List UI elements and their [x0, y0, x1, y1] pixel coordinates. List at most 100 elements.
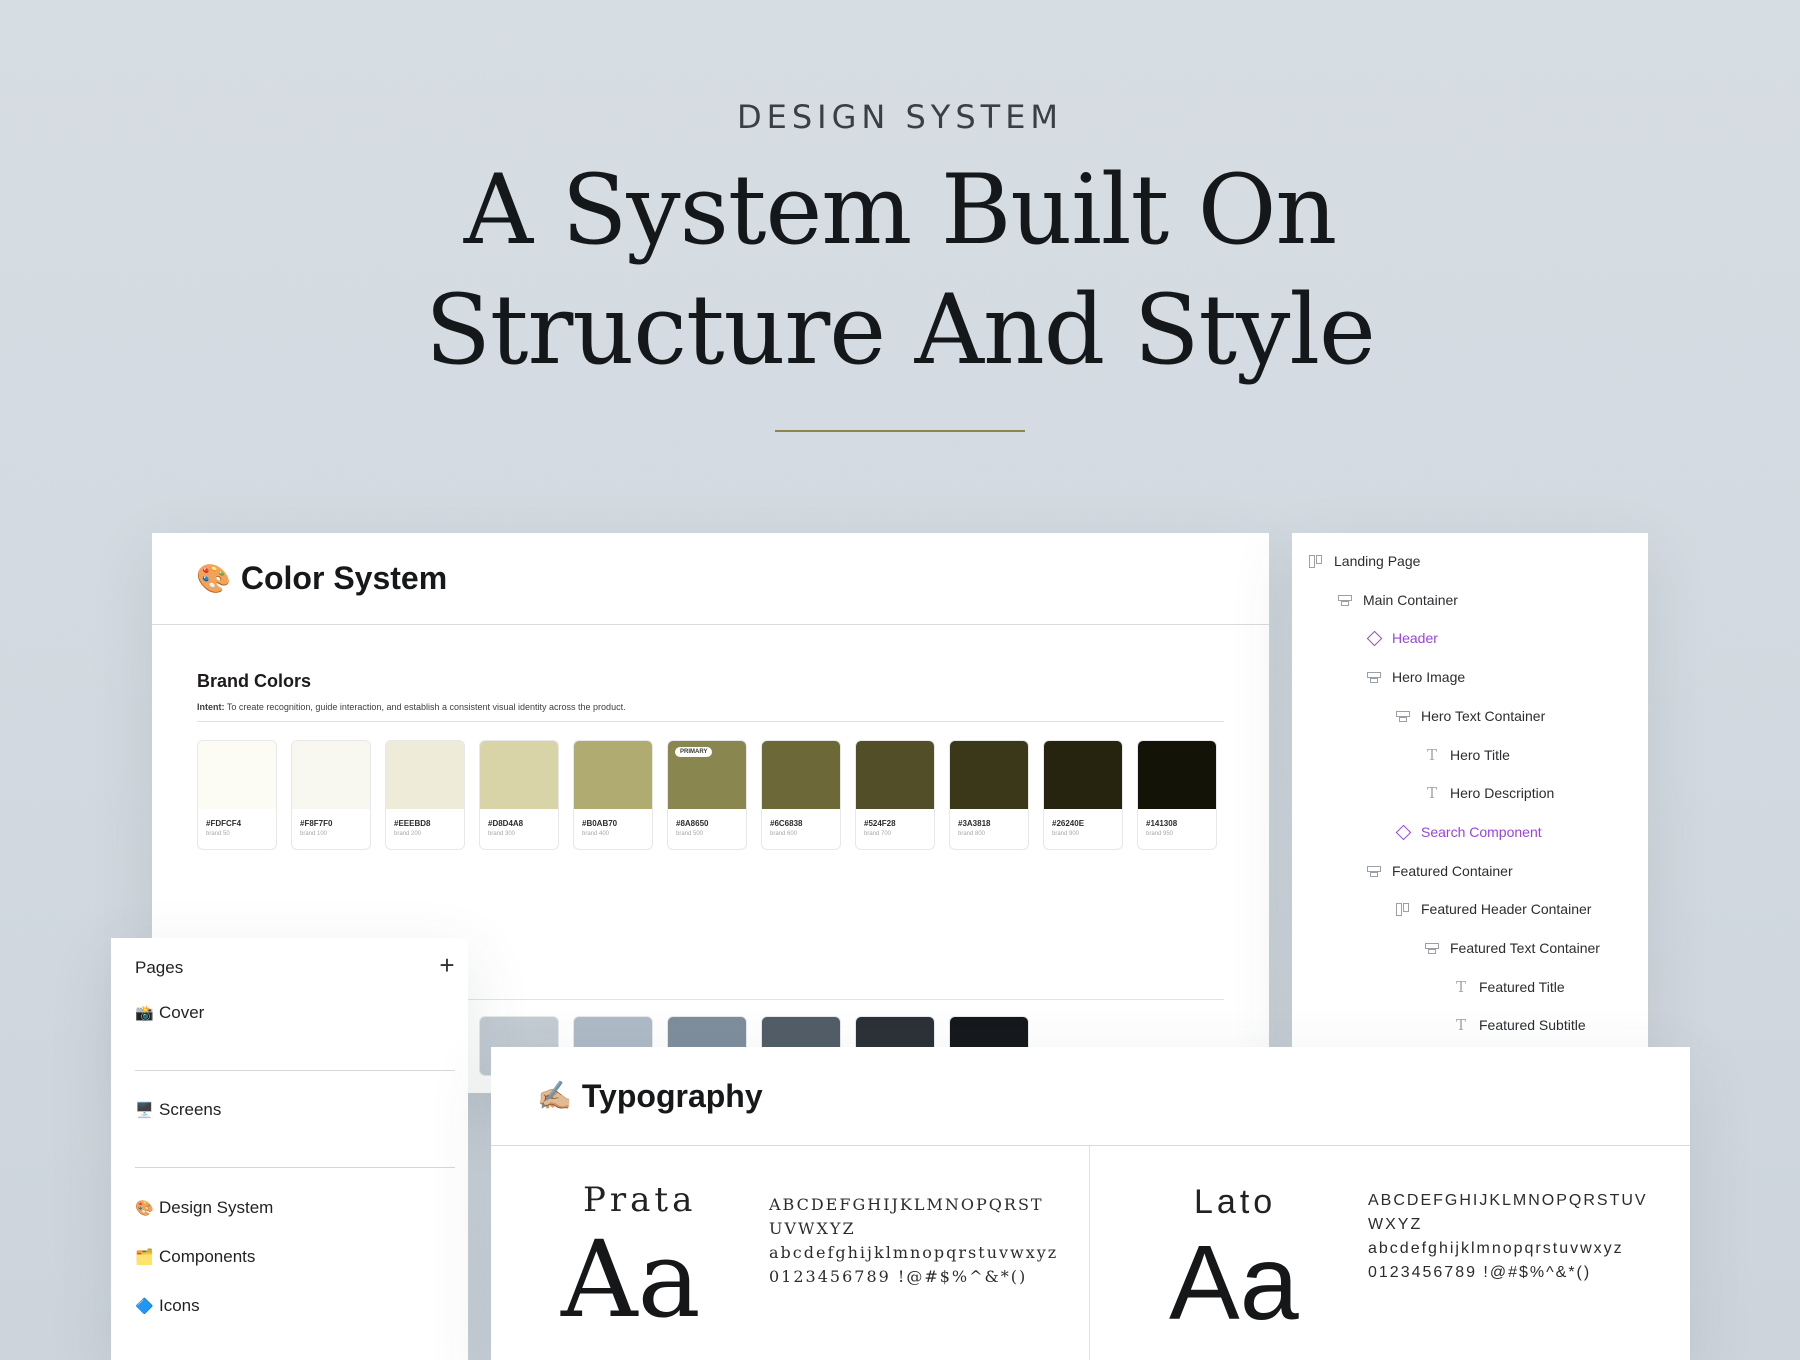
- layer-row[interactable]: Featured Container: [1366, 858, 1513, 884]
- page-separator: [135, 1070, 455, 1071]
- eyebrow-label: DESIGN SYSTEM: [736, 98, 1064, 136]
- page-label: Design System: [159, 1198, 274, 1217]
- layer-row[interactable]: T Featured Title: [1453, 974, 1565, 1000]
- text-icon: T: [1455, 1016, 1466, 1035]
- text-icon: T: [1455, 977, 1466, 996]
- layer-label: Featured Title: [1479, 978, 1565, 995]
- layer-row[interactable]: Search Component: [1395, 819, 1542, 845]
- font-sample-prata: Aa: [561, 1218, 701, 1341]
- stack-icon: [1366, 669, 1382, 685]
- layer-label: Hero Text Container: [1421, 707, 1546, 724]
- writing-hand-icon: ✍🏼: [537, 1080, 572, 1111]
- color-swatch[interactable]: #F8F7F0 brand 100: [291, 740, 371, 850]
- color-swatch[interactable]: #EEEBD8 brand 200: [385, 740, 465, 850]
- swatch-token-name: brand 900: [1052, 831, 1080, 837]
- stack-icon: [1424, 940, 1440, 956]
- swatch-token-name: brand 50: [206, 831, 230, 837]
- layer-row[interactable]: T Featured Subtitle: [1453, 1012, 1586, 1038]
- frame-icon: [1308, 553, 1324, 569]
- swatch-color-block: [762, 741, 840, 809]
- headline-line-1: A System Built On: [463, 154, 1337, 266]
- swatch-token-name: brand 800: [958, 831, 986, 837]
- color-swatch[interactable]: #D8D4A8 brand 300: [479, 740, 559, 850]
- typography-header: ✍🏼 Typography: [491, 1047, 1690, 1146]
- layer-row[interactable]: Featured Text Container: [1424, 935, 1600, 961]
- layer-row[interactable]: Header: [1366, 625, 1438, 651]
- layer-row[interactable]: Main Container: [1337, 587, 1458, 613]
- intent-label: Intent:: [197, 702, 225, 712]
- diamond-icon: 🔷: [135, 1298, 154, 1315]
- layer-label: Featured Text Container: [1450, 940, 1600, 956]
- text-icon: T: [1426, 745, 1437, 764]
- color-swatch[interactable]: #B0AB70 brand 400: [573, 740, 653, 850]
- color-system-header: 🎨 Color System: [152, 533, 1269, 625]
- color-swatch[interactable]: #26240E brand 900: [1043, 740, 1123, 850]
- layer-label: Hero Image: [1392, 669, 1466, 686]
- headline-line-2: Structure And Style: [425, 274, 1376, 386]
- color-swatch[interactable]: #3A3818 brand 800: [949, 740, 1029, 850]
- page-label: Icons: [159, 1296, 200, 1315]
- hero-headline: A System Built On Structure And Style: [0, 150, 1800, 390]
- font-sample-lato: Aa: [1169, 1224, 1299, 1342]
- glyph-set-lato: ABCDEFGHIJKLMNOPQRSTUV WXYZ abcdefghijkl…: [1368, 1189, 1648, 1285]
- layer-row[interactable]: Featured Header Container: [1395, 896, 1591, 922]
- swatch-token-name: brand 600: [770, 831, 798, 837]
- layer-row[interactable]: Hero Image: [1366, 664, 1465, 690]
- page-item-cover[interactable]: 📸 Cover: [135, 1003, 204, 1023]
- glyph-digits: 0123456789 !@#$%^&*(): [1368, 1264, 1592, 1281]
- page-item-icons[interactable]: 🔷 Icons: [135, 1296, 200, 1316]
- page-item-design-system[interactable]: 🎨 Design System: [135, 1198, 273, 1218]
- page-label: Cover: [159, 1003, 205, 1022]
- swatch-color-block: [574, 741, 652, 809]
- brand-swatch-row: #FDFCF4 brand 50 #F8F7F0 brand 100 #EEEBD8 br…: [197, 740, 1224, 850]
- accent-divider: [775, 430, 1025, 432]
- swatch-token-name: brand 500: [676, 831, 704, 837]
- color-swatch[interactable]: #141308 brand 950: [1137, 740, 1217, 850]
- layer-row[interactable]: Landing Page: [1308, 548, 1420, 574]
- layer-label: Featured Subtitle: [1479, 1017, 1586, 1034]
- swatch-hex: #3A3818: [958, 819, 991, 828]
- color-swatch[interactable]: #6C6838 brand 600: [761, 740, 841, 850]
- layer-label: Search Component: [1421, 823, 1542, 840]
- swatch-color-block: [1044, 741, 1122, 809]
- page-label: Components: [159, 1247, 256, 1266]
- page-separator: [135, 1167, 455, 1168]
- brand-colors-title: Brand Colors: [197, 671, 312, 691]
- layer-row[interactable]: T Hero Title: [1424, 742, 1510, 768]
- swatch-color-block: [950, 741, 1028, 809]
- layer-label: Featured Container: [1392, 862, 1513, 879]
- color-swatch[interactable]: #FDFCF4 brand 50: [197, 740, 277, 850]
- font-name-prata: Prata: [583, 1180, 697, 1220]
- layer-label: Landing Page: [1334, 553, 1421, 569]
- swatch-color-block: [292, 741, 370, 809]
- layer-label: Header: [1392, 630, 1438, 647]
- layer-row[interactable]: T Hero Description: [1424, 780, 1554, 806]
- layer-row[interactable]: Hero Text Container: [1395, 703, 1545, 729]
- swatch-color-block: [480, 741, 558, 809]
- glyph-uppercase: WXYZ: [1368, 1216, 1423, 1233]
- plus-icon[interactable]: +: [435, 952, 459, 978]
- swatch-hex: #6C6838: [770, 819, 803, 828]
- text-icon: T: [1426, 784, 1437, 803]
- color-swatch[interactable]: PRIMARY #8A8650 brand 500: [667, 740, 747, 850]
- page-item-screens[interactable]: 🖥️ Screens: [135, 1100, 221, 1120]
- intent-text: To create recognition, guide interaction…: [226, 702, 626, 712]
- layer-label: Featured Header Container: [1421, 901, 1592, 918]
- swatch-color-block: [386, 741, 464, 809]
- swatch-color-block: [1138, 741, 1216, 809]
- stack-icon: [1366, 863, 1382, 879]
- swatch-hex: #EEEBD8: [394, 819, 431, 828]
- glyph-uppercase: ABCDEFGHIJKLMNOPQRST: [769, 1195, 1044, 1214]
- color-swatch[interactable]: #524F28 brand 700: [855, 740, 935, 850]
- swatch-token-name: brand 100: [300, 831, 328, 837]
- page-item-components[interactable]: 🗂️ Components: [135, 1247, 255, 1267]
- layers-panel: Landing Page Main Container Header Hero Ima…: [1292, 533, 1648, 1053]
- layer-label: Main Container: [1363, 591, 1458, 608]
- swatch-color-block: [856, 741, 934, 809]
- swatch-token-name: brand 700: [864, 831, 892, 837]
- brand-intent: Intent: To create recognition, guide int…: [197, 702, 1224, 722]
- swatch-token-name: brand 200: [394, 831, 422, 837]
- typography-divider: [1089, 1146, 1090, 1360]
- frame-icon: [1395, 901, 1411, 917]
- pages-panel: Pages + 📸 Cover 🖥️ Screens 🎨 Design Syst…: [111, 938, 468, 1360]
